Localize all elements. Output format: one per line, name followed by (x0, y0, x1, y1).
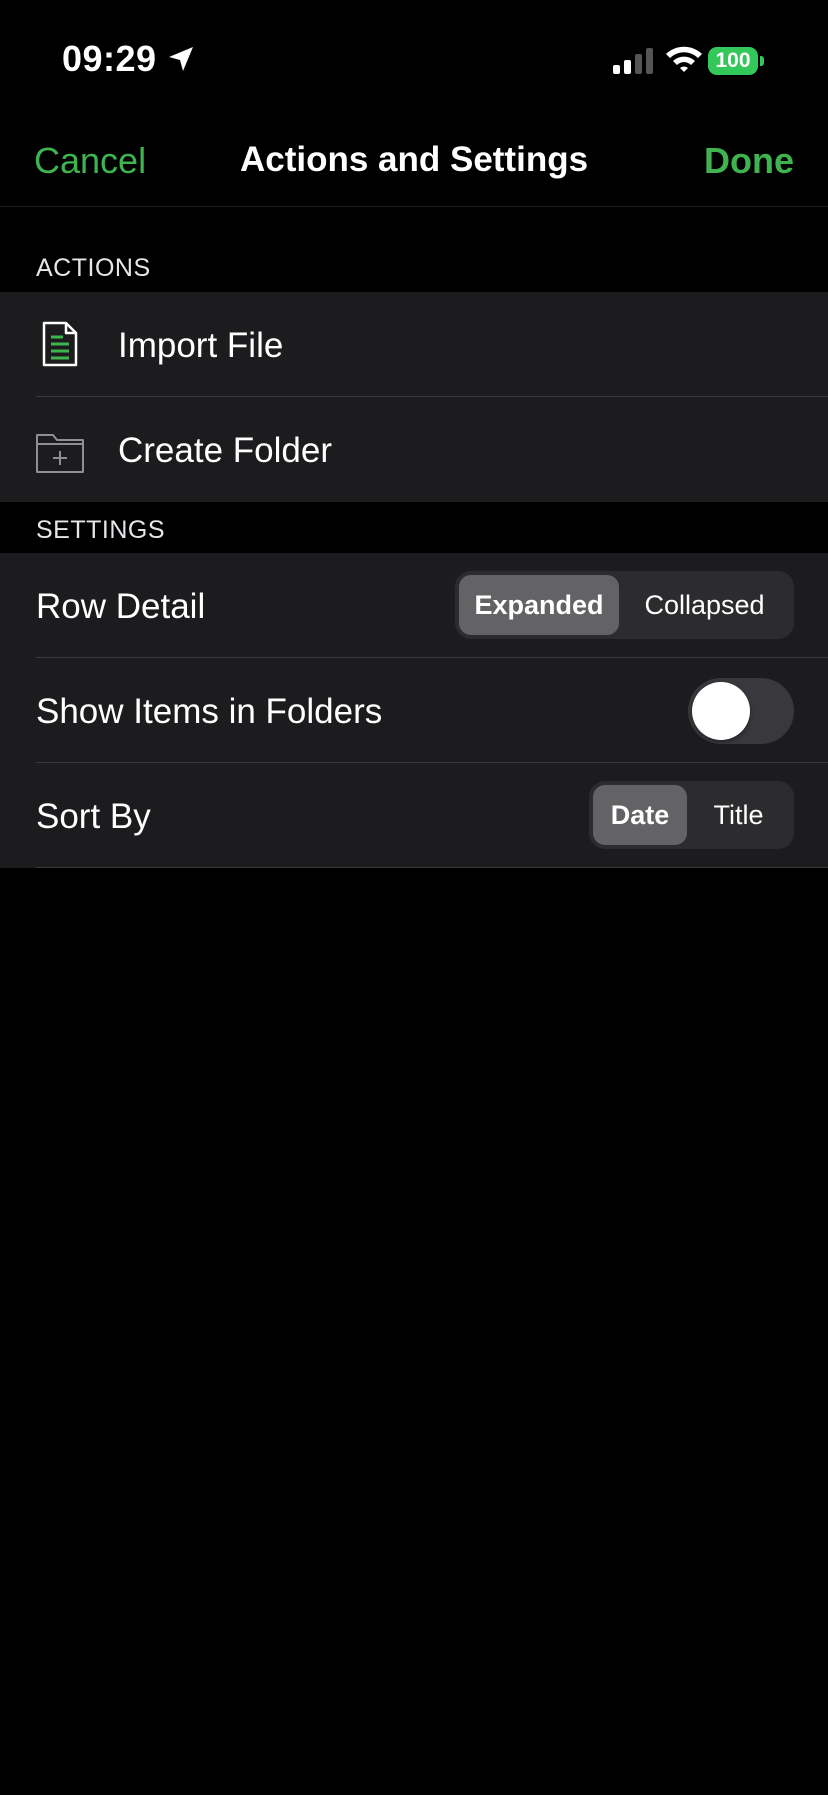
settings-group: Row Detail Expanded Collapsed Show Items… (0, 553, 828, 868)
create-folder-label: Create Folder (118, 431, 332, 470)
done-button[interactable]: Done (704, 140, 794, 182)
segment-title[interactable]: Title (687, 785, 790, 845)
sort-by-label: Sort By (36, 797, 151, 836)
segment-collapsed[interactable]: Collapsed (619, 575, 790, 635)
folder-add-icon (36, 434, 84, 473)
show-items-toggle[interactable] (688, 678, 794, 744)
show-items-row: Show Items in Folders (0, 658, 828, 763)
row-detail-row: Row Detail Expanded Collapsed (0, 553, 828, 658)
sort-by-row: Sort By Date Title (0, 763, 828, 868)
toggle-knob (692, 682, 750, 740)
actions-group: Import File Create Folder (0, 292, 828, 502)
nav-bar: Cancel Actions and Settings Done (0, 120, 828, 207)
status-bar: 09:29 100 (0, 0, 828, 120)
battery-cap (760, 56, 764, 66)
row-detail-segmented-control: Expanded Collapsed (455, 571, 794, 639)
wifi-icon (666, 46, 702, 72)
status-time: 09:29 (62, 38, 157, 79)
segment-date[interactable]: Date (593, 785, 687, 845)
cancel-button[interactable]: Cancel (34, 140, 146, 182)
sort-by-segmented-control: Date Title (589, 781, 794, 849)
location-arrow-icon (169, 47, 193, 71)
settings-section-header: SETTINGS (36, 516, 166, 544)
row-detail-label: Row Detail (36, 587, 206, 626)
battery-icon: 100 (708, 47, 764, 75)
row-separator (36, 867, 828, 868)
battery-level: 100 (708, 47, 758, 75)
import-file-row[interactable]: Import File (0, 292, 828, 397)
actions-section-header: ACTIONS (36, 254, 151, 282)
create-folder-row[interactable]: Create Folder (0, 397, 828, 502)
cellular-signal-icon (613, 48, 653, 74)
segment-expanded[interactable]: Expanded (459, 575, 619, 635)
show-items-label: Show Items in Folders (36, 692, 383, 731)
import-file-label: Import File (118, 326, 284, 365)
document-icon (42, 321, 78, 367)
